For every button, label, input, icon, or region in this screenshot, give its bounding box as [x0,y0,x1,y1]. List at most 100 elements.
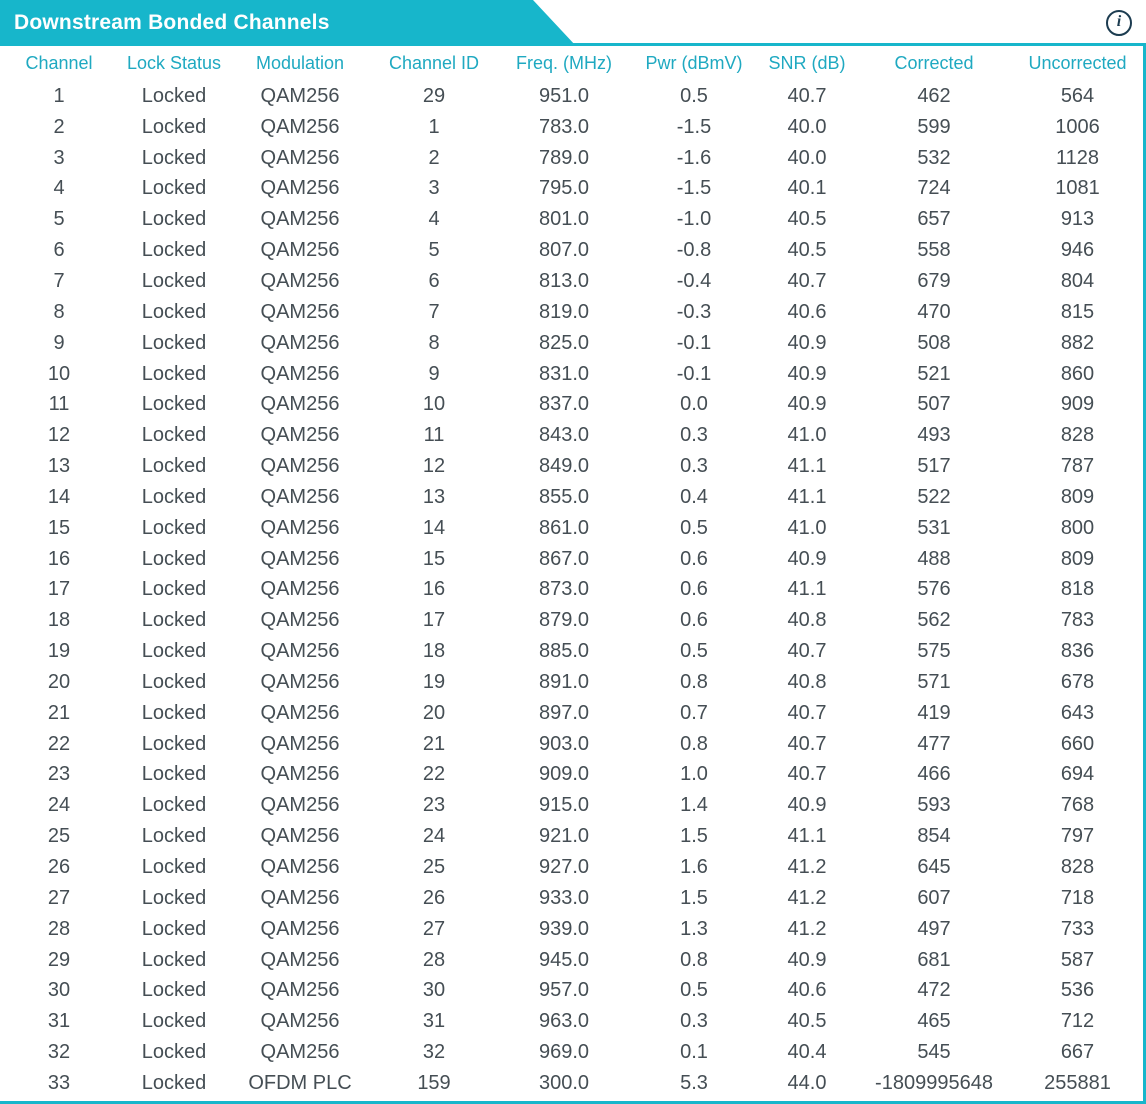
table-cell: 536 [1060,979,1095,1002]
table-cell: Locked [141,794,207,817]
table-cell: 11 [48,393,70,416]
table-cell: 11 [423,424,445,447]
table-cell: 24 [47,794,71,817]
table-cell: 3 [428,177,440,200]
table-cell: QAM256 [260,640,340,663]
table-cell: 897.0 [538,701,590,724]
table-cell: 828 [1060,424,1095,447]
table-cell: 40.9 [787,948,827,971]
table-cell: Locked [141,1071,207,1094]
table-cell: 0.5 [680,84,708,107]
table-row: 6 Locked QAM256 5 807.0 -0.8 40.5 558 946 [0,235,1143,266]
table-row: 30 Locked QAM256 30 957.0 0.5 40.6 472 536 [0,975,1143,1006]
table-cell: 0.3 [680,1010,708,1033]
table-cell: 0.0 [680,393,708,416]
table-cell: 828 [1060,856,1095,879]
table-cell: 41.2 [787,856,827,879]
table-cell: QAM256 [260,393,340,416]
table-cell: 562 [917,609,951,632]
table-cell: 532 [917,146,951,169]
table-cell: 470 [917,300,951,323]
table-cell: 789.0 [538,146,590,169]
info-icon[interactable]: i [1106,10,1132,36]
column-header-pwr-dbmv: Pwr (dBmV) [645,53,743,73]
table-cell: 768 [1060,794,1095,817]
table-cell: QAM256 [260,917,340,940]
table-cell: 645 [917,856,951,879]
table-cell: 836 [1060,640,1095,663]
table-cell: 0.3 [680,455,708,478]
table-cell: 963.0 [538,1010,590,1033]
table-cell: -1.6 [676,146,712,169]
table-cell: -1.5 [676,115,712,138]
table-cell: 607 [917,886,951,909]
table-cell: 27 [422,917,446,940]
table-cell: 0.8 [680,732,708,755]
table-row: 19 Locked QAM256 18 885.0 0.5 40.7 575 836 [0,636,1143,667]
table-cell: 712 [1060,1010,1095,1033]
table-cell: 14 [422,516,446,539]
table-cell: 472 [917,979,951,1002]
table-cell: 41.1 [787,455,827,478]
table-cell: 733 [1060,917,1095,940]
table-cell: 521 [917,362,951,385]
table-row: 22 Locked QAM256 21 903.0 0.8 40.7 477 660 [0,729,1143,760]
table-cell: QAM256 [260,269,340,292]
table-cell: 40.9 [787,547,827,570]
table-cell: 0.6 [680,578,708,601]
table-cell: -0.3 [676,300,712,323]
table-cell: 969.0 [538,1041,590,1064]
table-cell: 18 [47,609,71,632]
table-row: 29 Locked QAM256 28 945.0 0.8 40.9 681 587 [0,945,1143,976]
table-cell: 0.8 [680,948,708,971]
column-header-channel: Channel [25,53,93,73]
table-cell: 32 [422,1041,446,1064]
table-cell: QAM256 [260,424,340,447]
table-cell: 41.0 [787,424,827,447]
table-cell: 694 [1060,763,1095,786]
table-cell: 927.0 [538,856,590,879]
table-row: 21 Locked QAM256 20 897.0 0.7 40.7 419 643 [0,698,1143,729]
table-cell: 15 [47,516,71,539]
table-cell: QAM256 [260,948,340,971]
table-cell: 939.0 [538,917,590,940]
table-row: 10 Locked QAM256 9 831.0 -0.1 40.9 521 860 [0,359,1143,390]
table-cell: 25 [47,825,71,848]
table-cell: Locked [141,362,207,385]
table-cell: QAM256 [260,794,340,817]
table-cell: Locked [141,979,207,1002]
table-cell: 522 [917,485,951,508]
table-cell: 915.0 [538,794,590,817]
table-cell: 667 [1060,1041,1095,1064]
table-cell: 1.3 [680,917,708,940]
table-cell: Locked [141,208,207,231]
table-cell: 1 [53,84,65,107]
table-cell: 678 [1060,670,1095,693]
table-cell: 679 [917,269,951,292]
table-cell: 849.0 [538,455,590,478]
table-cell: Locked [141,886,207,909]
table-cell: 1.0 [680,763,708,786]
column-header-lock-status: Lock Status [126,53,222,73]
table-cell: 508 [917,331,951,354]
table-cell: -0.4 [676,269,712,292]
table-cell: 15 [422,547,446,570]
table-cell: 724 [917,177,951,200]
table-cell: 14 [47,485,71,508]
table-cell: 909 [1060,393,1095,416]
table-cell: 2 [53,115,65,138]
table-cell: 22 [422,763,446,786]
table-cell: QAM256 [260,1010,340,1033]
table-cell: Locked [141,115,207,138]
table-cell: 40.4 [787,1041,827,1064]
table-cell: 818 [1060,578,1095,601]
table-cell: 945.0 [538,948,590,971]
table-cell: 40.6 [787,300,827,323]
column-header-snr-db: SNR (dB) [768,53,846,73]
channels-table: Channel Lock Status Modulation Channel ID Fr… [0,46,1143,1099]
table-cell: QAM256 [260,609,340,632]
table-cell: Locked [141,331,207,354]
table-cell: 593 [917,794,951,817]
table-cell: 497 [917,917,951,940]
table-cell: Locked [141,269,207,292]
